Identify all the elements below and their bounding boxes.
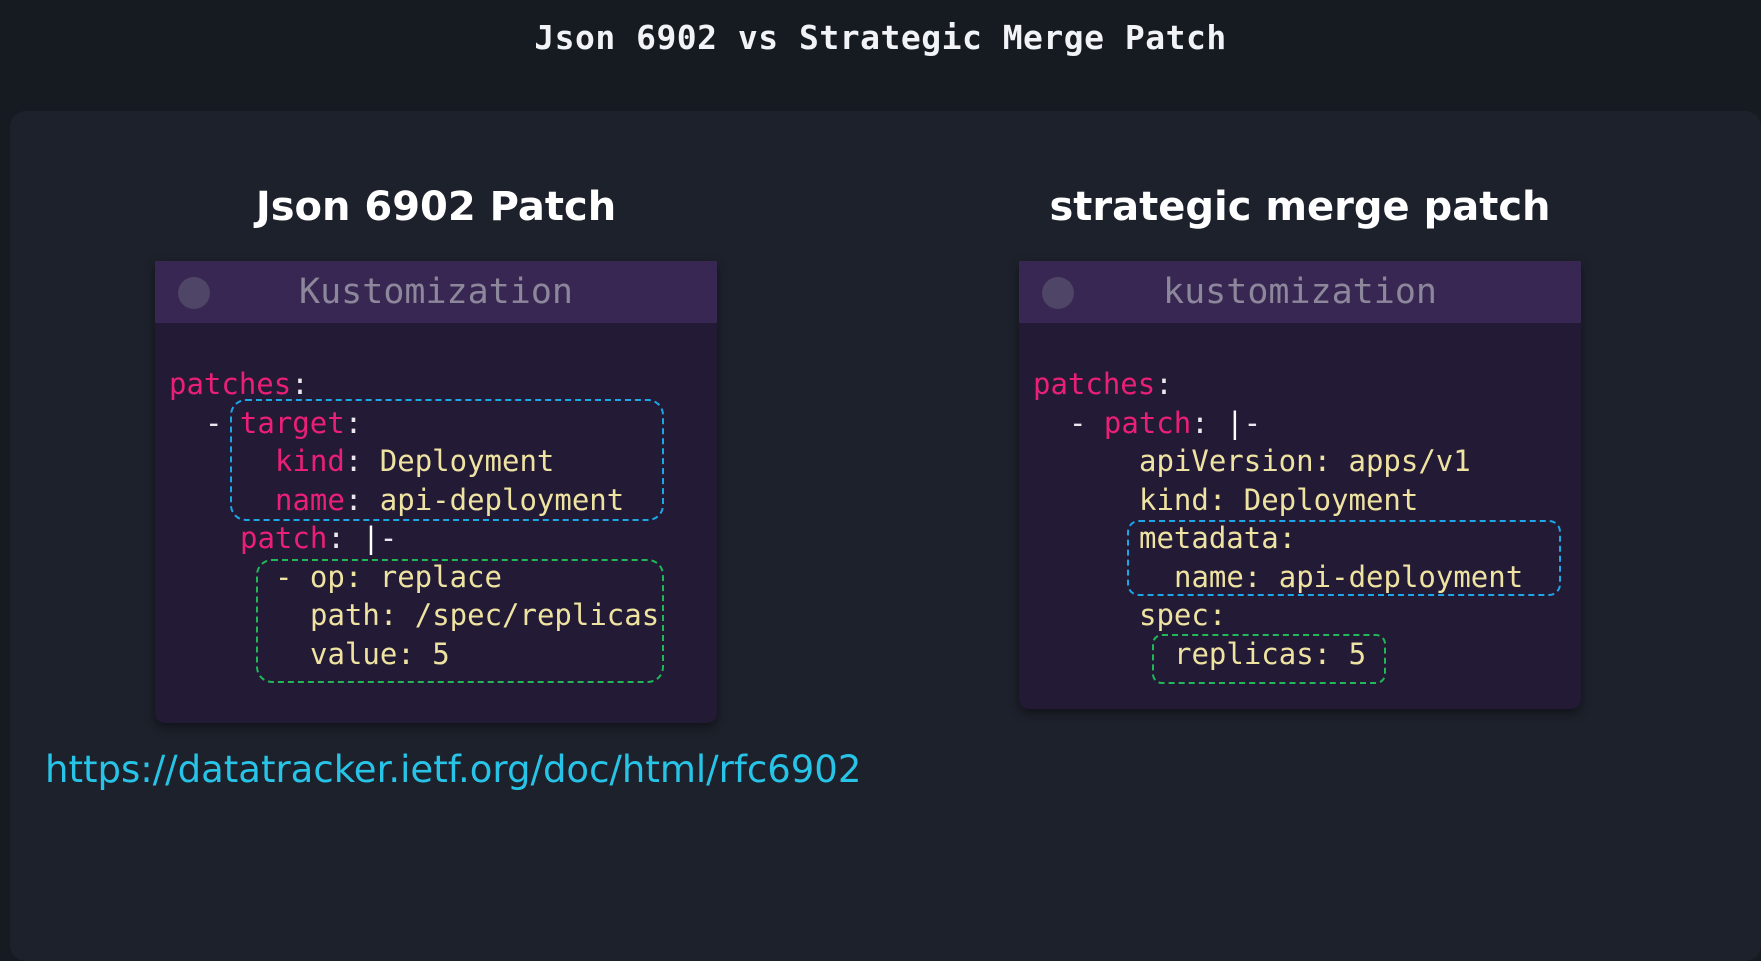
yaml-separator: : [327,521,363,555]
yaml-key: patch [1103,405,1192,440]
yaml-colon: : [344,405,363,440]
code-line-path: path: /spec/replicas [310,598,660,632]
strategic-merge-card: kustomization patches: - patch: |- apiVe… [1019,261,1581,709]
yaml-colon: : [344,482,363,517]
code-line-target: - target: [205,404,362,443]
code-line-value: value: 5 [310,636,450,671]
yaml-colon: : [1155,367,1173,401]
yaml-key: name [275,482,345,517]
yaml-key: kind [275,444,345,478]
json-6902-card: Kustomization patches: - target: kind: D… [155,261,717,723]
code-line-replicas: replicas: 5 [1174,636,1367,671]
yaml-block-indicator: - [1243,405,1262,440]
code-line-patch: patch: |- [240,519,397,558]
yaml-value: Deployment [362,444,555,478]
yaml-colon: : [344,444,363,478]
code-line-op: - op: replace [275,559,502,594]
code-line-patches: patches: [1033,365,1173,404]
code-line-patch: - patch: |- [1069,404,1261,443]
code-line-apiversion: apiVersion: apps/v1 [1139,444,1471,478]
yaml-dash: - [1069,405,1104,440]
strategic-merge-heading: strategic merge patch [1049,184,1551,230]
code-line-name: name: api-deployment [275,481,624,520]
code-line-name: name: api-deployment [1174,559,1524,594]
yaml-colon: : [291,367,309,401]
card-header: Kustomization [155,261,717,323]
text-cursor: | [362,521,380,555]
code-line-kind: kind: Deployment [1139,482,1419,517]
code-line-spec: spec: [1139,598,1227,632]
yaml-value: api-deployment [362,482,625,517]
yaml-key: patch [240,521,328,555]
yaml-key: target [239,405,345,440]
card-header: kustomization [1019,261,1581,323]
card-title: Kustomization [299,272,573,312]
text-cursor: | [1226,405,1244,440]
rfc6902-link[interactable]: https://datatracker.ietf.org/doc/html/rf… [45,748,861,791]
yaml-dash: - [205,405,240,440]
code-line-metadata: metadata: [1139,521,1297,555]
code-line-kind: kind: Deployment [275,442,554,481]
yaml-block-indicator: - [379,521,398,555]
yaml-key: patches [1033,367,1156,401]
yaml-key: patches [169,367,292,401]
code-line-patches: patches: [169,365,309,404]
json-6902-heading: Json 6902 Patch [255,184,617,230]
card-title: kustomization [1163,272,1437,312]
page-title: Json 6902 vs Strategic Merge Patch [534,18,1227,57]
yaml-separator: : [1191,405,1227,440]
